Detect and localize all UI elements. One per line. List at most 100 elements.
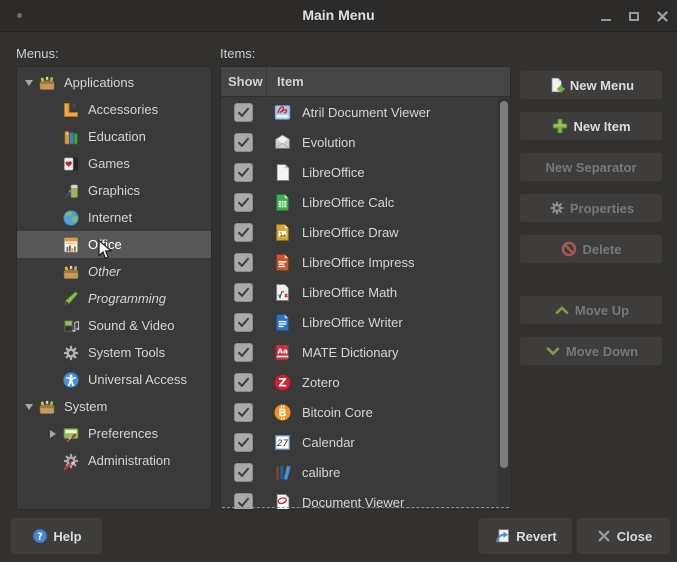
menus-tree: Applications Accessories Education Games Gra… [16, 66, 212, 510]
tree-item-office[interactable]: Office [17, 231, 211, 258]
tree-item-universal-access[interactable]: Universal Access [17, 366, 211, 393]
check-icon [237, 197, 250, 207]
show-checkbox[interactable] [234, 372, 253, 392]
item-row-libreoffice-calc[interactable]: LibreOffice Calc [221, 187, 510, 217]
item-row-atril-document-viewer[interactable]: Atril Document Viewer [221, 97, 510, 127]
tree-item-accessories[interactable]: Accessories [17, 96, 211, 123]
items-scrollbar[interactable] [498, 98, 509, 508]
item-label: Zotero [302, 374, 340, 390]
delete-button-label: Delete [582, 241, 622, 257]
titlebar[interactable]: Main Menu [0, 0, 677, 32]
delete-button: Delete [519, 234, 663, 264]
check-icon [237, 167, 250, 177]
properties-icon [548, 199, 566, 217]
item-row-calibre[interactable]: calibre [221, 457, 510, 487]
show-checkbox[interactable] [234, 132, 253, 152]
system-folder-icon [37, 397, 57, 417]
item-row-evolution[interactable]: Evolution [221, 127, 510, 157]
item-row-libreoffice-writer[interactable]: LibreOffice Writer [221, 307, 510, 337]
show-checkbox[interactable] [234, 312, 253, 332]
tree-item-system[interactable]: System [17, 393, 211, 420]
expander-open-icon[interactable] [25, 79, 33, 86]
libreoffice-calc-icon [272, 192, 293, 213]
tree-item-programming[interactable]: Programming [17, 285, 211, 312]
tree-item-label: Office [88, 237, 122, 252]
svg-text:27: 27 [277, 438, 289, 448]
libreoffice-writer-icon [272, 312, 293, 333]
tree-item-preferences[interactable]: Preferences [17, 420, 211, 447]
window-close-button[interactable] [649, 0, 675, 32]
tree-item-games[interactable]: Games [17, 150, 211, 177]
show-checkbox[interactable] [234, 252, 253, 272]
tree-item-applications[interactable]: Applications [17, 69, 211, 96]
evolution-icon [272, 132, 293, 153]
expander-open-icon[interactable] [25, 403, 33, 410]
show-checkbox[interactable] [234, 432, 253, 452]
move-down-button-label: Move Down [565, 343, 639, 359]
properties-button-label: Properties [569, 200, 635, 216]
maximize-button[interactable] [621, 0, 647, 32]
check-icon [237, 377, 250, 387]
tree-item-label: Applications [64, 75, 135, 90]
show-checkbox[interactable] [234, 102, 253, 122]
item-row-document-viewer[interactable]: Document Viewer [221, 487, 510, 509]
expander-closed-icon[interactable] [50, 429, 56, 438]
check-icon [237, 227, 250, 237]
tree-item-education[interactable]: Education [17, 123, 211, 150]
tree-item-label: Programming [88, 291, 167, 306]
item-label: Calendar [302, 434, 355, 450]
revert-button-label: Revert [516, 528, 557, 544]
close-button[interactable]: Close [576, 517, 671, 555]
tree-item-label: Administration [88, 453, 171, 468]
item-label: LibreOffice Calc [302, 194, 395, 210]
minimize-button[interactable] [593, 0, 619, 32]
tree-item-sound-video[interactable]: Sound & Video [17, 312, 211, 339]
item-row-mate-dictionary[interactable]: Aa MATE Dictionary [221, 337, 510, 367]
tree-item-label: System [64, 399, 108, 414]
show-checkbox[interactable] [234, 462, 253, 482]
item-row-zotero[interactable]: Z Zotero [221, 367, 510, 397]
tree-item-label: Accessories [88, 102, 159, 117]
tree-item-administration[interactable]: Administration [17, 447, 211, 474]
item-row-bitcoin-core[interactable]: B Bitcoin Core [221, 397, 510, 427]
tree-item-internet[interactable]: Internet [17, 204, 211, 231]
tree-item-label: Education [88, 129, 146, 144]
column-header-item[interactable]: Item [267, 67, 510, 97]
item-row-libreoffice-impress[interactable]: LibreOffice Impress [221, 247, 510, 277]
check-icon [237, 107, 250, 117]
item-row-libreoffice-draw[interactable]: LibreOffice Draw [221, 217, 510, 247]
column-header-show[interactable]: Show [221, 66, 267, 97]
close-button-label: Close [616, 528, 653, 544]
item-label: LibreOffice Math [302, 284, 398, 300]
item-row-libreoffice-math[interactable]: LibreOffice Math [221, 277, 510, 307]
help-icon: ? [31, 527, 49, 545]
item-label: Bitcoin Core [302, 404, 373, 420]
item-row-calendar[interactable]: 27 Calendar [221, 427, 510, 457]
new-item-button[interactable]: New Item [519, 111, 663, 141]
item-row-libreoffice[interactable]: LibreOffice [221, 157, 510, 187]
tree-item-graphics[interactable]: Graphics [17, 177, 211, 204]
applications-folder-icon [37, 73, 57, 93]
scrollbar-thumb[interactable] [499, 101, 508, 468]
new-menu-button[interactable]: New Menu [519, 70, 663, 100]
help-button[interactable]: ? Help [10, 517, 103, 555]
show-checkbox[interactable] [234, 282, 253, 302]
revert-button[interactable]: Revert [478, 517, 573, 555]
check-icon [237, 137, 250, 147]
show-checkbox[interactable] [234, 402, 253, 422]
move-up-icon [553, 301, 571, 319]
tree-item-system-tools[interactable]: System Tools [17, 339, 211, 366]
tree-item-label: Universal Access [88, 372, 187, 387]
games-icon [61, 154, 81, 174]
show-checkbox[interactable] [234, 162, 253, 182]
maximize-icon [629, 11, 639, 21]
show-checkbox[interactable] [234, 342, 253, 362]
mate-dictionary-icon: Aa [272, 342, 293, 363]
show-checkbox[interactable] [234, 192, 253, 212]
window-close-icon [656, 10, 668, 22]
help-button-label: Help [53, 528, 82, 544]
tree-item-other[interactable]: Other [17, 258, 211, 285]
move-up-button: Move Up [519, 295, 663, 325]
programming-icon [61, 289, 81, 309]
show-checkbox[interactable] [234, 222, 253, 242]
